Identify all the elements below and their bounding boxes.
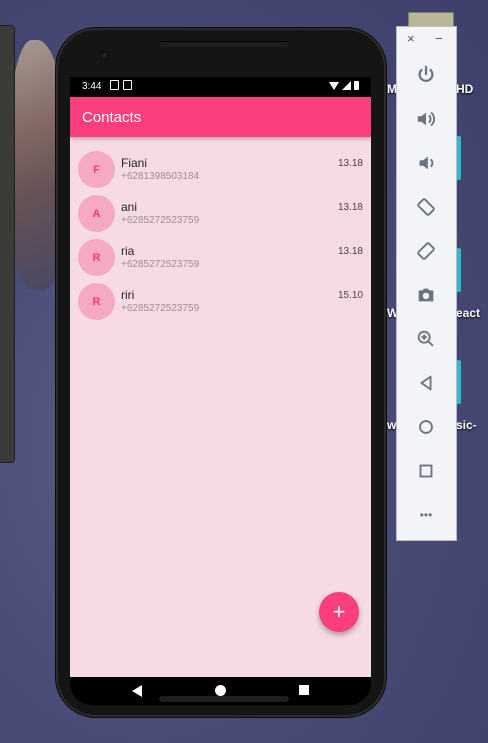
front-camera: [100, 51, 109, 60]
status-bar: 3:44: [70, 77, 371, 97]
contact-phone: +6285272523759: [121, 303, 200, 314]
contact-time: 13.18: [337, 246, 363, 257]
notification-s-icon: [123, 80, 132, 90]
signal-icon: [342, 81, 351, 90]
avatar: R: [78, 283, 115, 320]
contact-phone: +6285272523759: [121, 259, 200, 270]
recents-icon[interactable]: [299, 685, 309, 695]
contact-phone: +6285272523759: [121, 215, 200, 226]
minimize-icon[interactable]: −: [435, 31, 443, 46]
desktop-label-prefix-3: w: [387, 418, 397, 432]
home-icon[interactable]: [215, 685, 226, 696]
top-speaker: [159, 41, 289, 47]
close-icon[interactable]: ×: [407, 31, 415, 46]
list-item[interactable]: A ani +6285272523759 13.18: [70, 193, 371, 237]
contact-time: 13.18: [337, 158, 363, 169]
overview-icon[interactable]: [414, 459, 438, 483]
contact-time: 13.18: [337, 202, 363, 213]
volume-up-icon[interactable]: [414, 107, 438, 131]
desktop-label-2: eact: [456, 306, 481, 320]
more-icon[interactable]: •••: [414, 503, 438, 527]
sd-card-icon: [110, 80, 119, 90]
background-window-edge: [0, 25, 15, 463]
phone-screen: 3:44 Contacts F Fiani +6281398503184 13.…: [70, 77, 371, 677]
list-item[interactable]: R riri +6285272523759 15.10: [70, 281, 371, 325]
back-icon[interactable]: [132, 685, 142, 697]
list-item[interactable]: R ria +6285272523759 13.18: [70, 237, 371, 281]
add-icon: +: [332, 599, 346, 624]
contact-time: 15.10: [337, 290, 363, 301]
contact-name: ria: [121, 244, 135, 258]
contact-name: riri: [121, 288, 135, 302]
zoom-icon[interactable]: [414, 327, 438, 351]
contact-name: ani: [121, 200, 138, 214]
avatar: R: [78, 239, 115, 276]
page-title: Contacts: [82, 109, 142, 126]
camera-icon[interactable]: [414, 283, 438, 307]
rotate-right-icon[interactable]: [414, 239, 438, 263]
system-status-icons: [329, 81, 359, 90]
desktop-label-1: HD: [456, 82, 474, 96]
contact-name: Fiani: [121, 156, 148, 170]
list-item[interactable]: F Fiani +6281398503184 13.18: [70, 149, 371, 193]
avatar: F: [78, 151, 115, 188]
emulator-toolbar: × − •••: [396, 26, 457, 541]
rotate-left-icon[interactable]: [414, 195, 438, 219]
app-bar: Contacts: [70, 97, 371, 137]
desktop-label-3: sic-: [456, 418, 477, 432]
toolbar-header: × −: [397, 27, 456, 51]
phone-frame: 3:44 Contacts F Fiani +6281398503184 13.…: [56, 28, 386, 717]
battery-icon: [354, 81, 359, 90]
notification-icons: [110, 80, 132, 90]
volume-down-icon[interactable]: [414, 151, 438, 175]
back-icon[interactable]: [414, 371, 438, 395]
add-contact-button[interactable]: +: [319, 592, 359, 632]
home-icon[interactable]: [414, 415, 438, 439]
bottom-speaker: [159, 696, 289, 702]
power-icon[interactable]: [414, 63, 438, 87]
avatar: A: [78, 195, 115, 232]
status-time: 3:44: [82, 81, 102, 92]
contacts-list: F Fiani +6281398503184 13.18 A ani +6285…: [70, 149, 371, 325]
contact-phone: +6281398503184: [121, 171, 200, 182]
wifi-icon: [329, 81, 339, 90]
